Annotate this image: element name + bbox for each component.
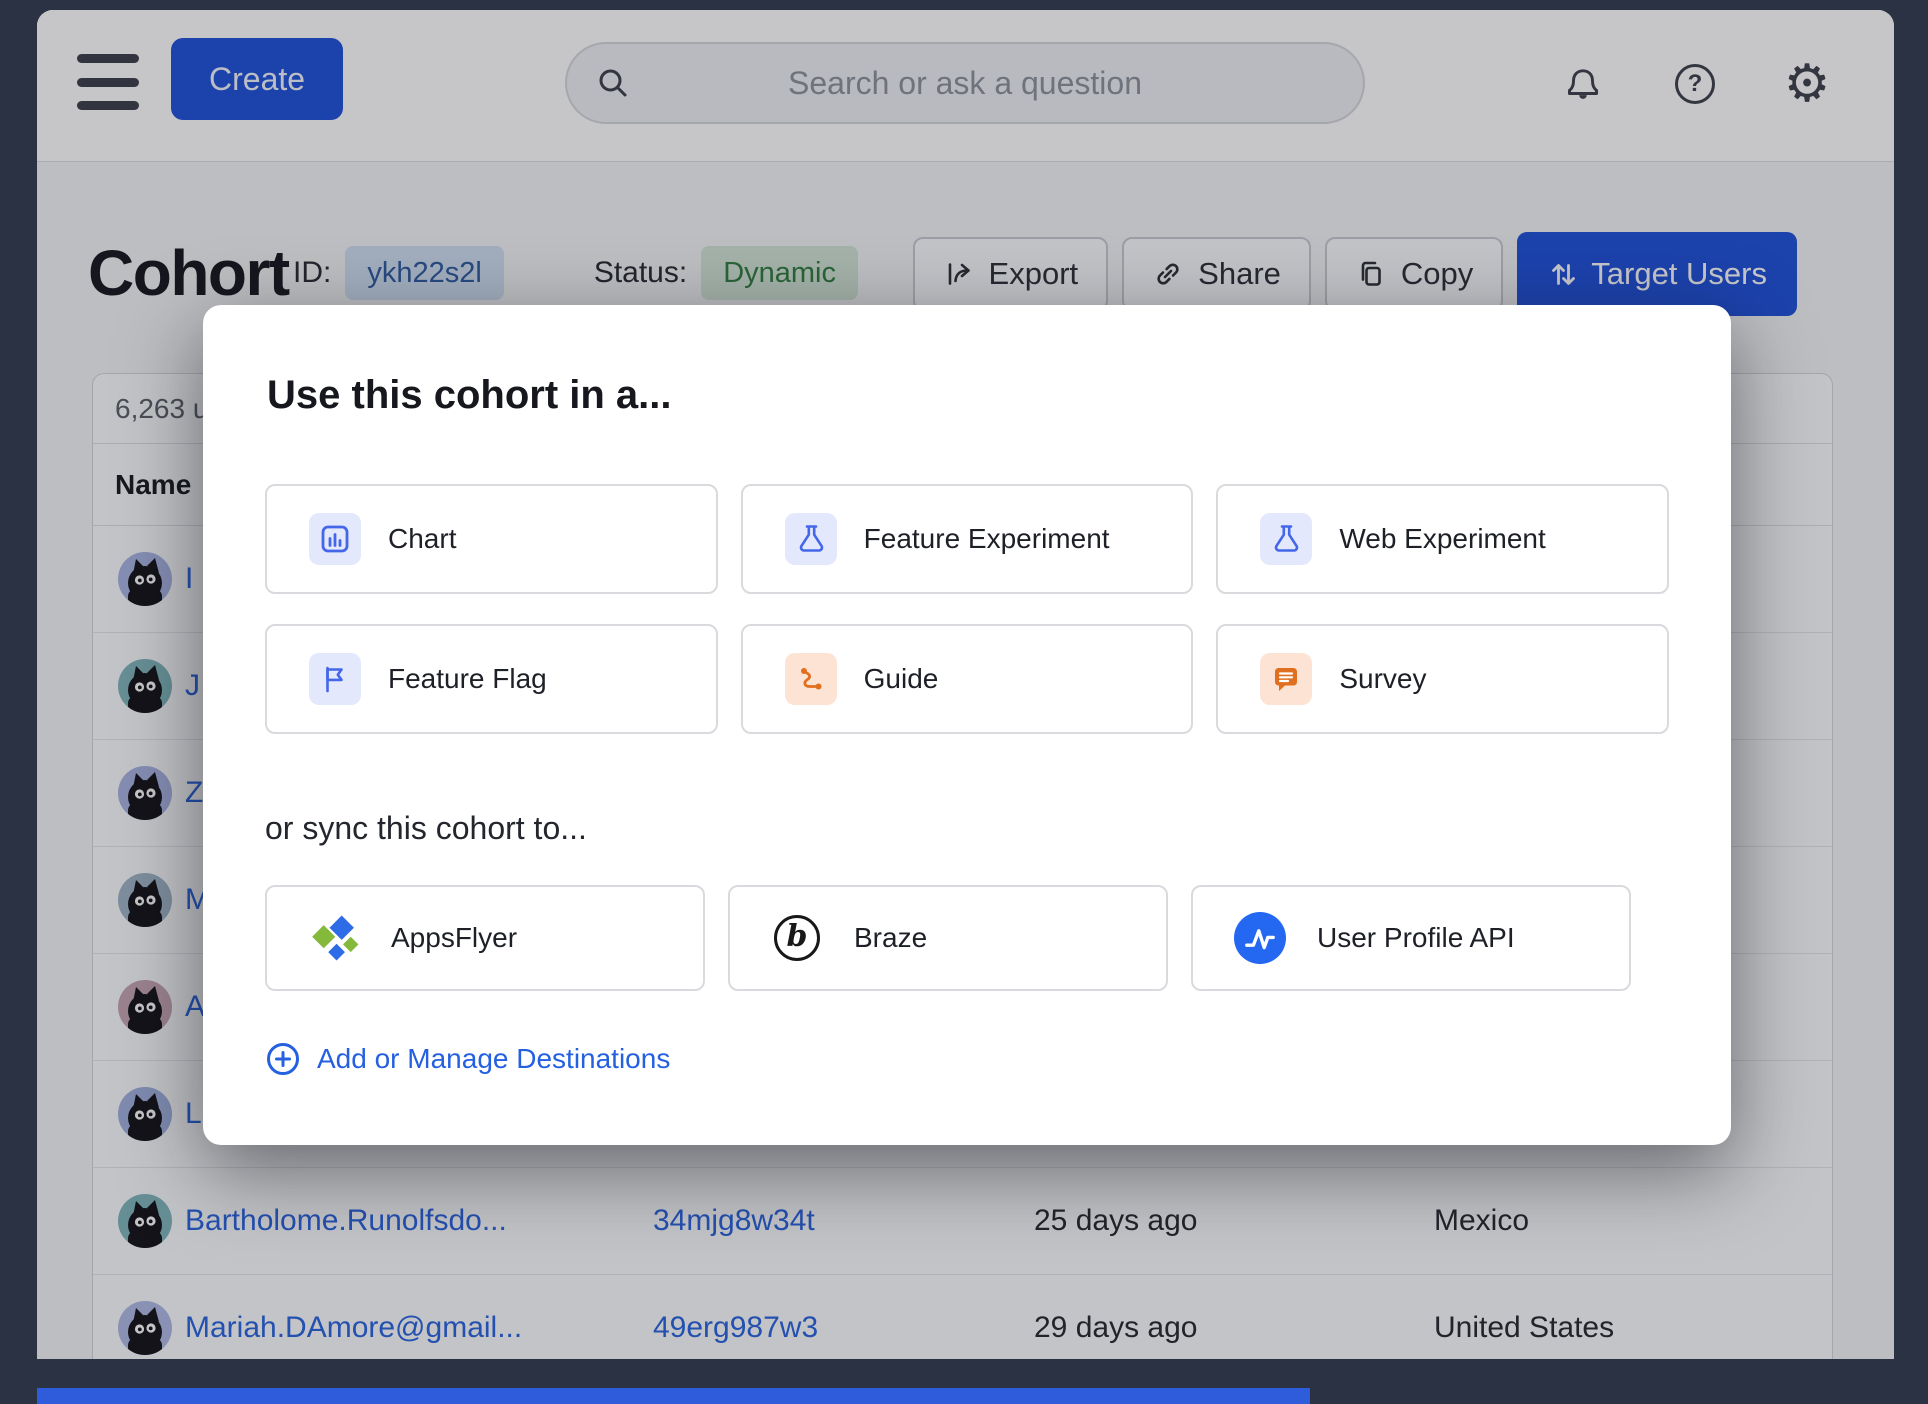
option-card-guide[interactable]: Guide bbox=[741, 624, 1194, 734]
option-card-web-experiment[interactable]: Web Experiment bbox=[1216, 484, 1669, 594]
option-card-survey[interactable]: Survey bbox=[1216, 624, 1669, 734]
sync-label: AppsFlyer bbox=[391, 922, 517, 954]
option-label: Survey bbox=[1339, 663, 1426, 695]
flask-icon bbox=[1260, 513, 1312, 565]
sync-label: User Profile API bbox=[1317, 922, 1515, 954]
screen: { "header": { "create_label": "Create", … bbox=[0, 0, 1928, 1404]
sync-label: Braze bbox=[854, 922, 927, 954]
option-card-feature-experiment[interactable]: Feature Experiment bbox=[741, 484, 1194, 594]
option-label: Chart bbox=[388, 523, 456, 555]
window-accent-strip bbox=[37, 1388, 1310, 1404]
guide-path-icon bbox=[785, 653, 837, 705]
chart-icon bbox=[309, 513, 361, 565]
braze-logo bbox=[770, 911, 824, 965]
appsflyer-logo bbox=[307, 911, 361, 965]
amplitude-logo bbox=[1233, 911, 1287, 965]
flask-icon bbox=[785, 513, 837, 565]
modal-title: Use this cohort in a... bbox=[267, 373, 1669, 418]
survey-bubble-icon bbox=[1260, 653, 1312, 705]
add-manage-destinations-link[interactable]: Add or Manage Destinations bbox=[265, 1041, 670, 1077]
circle-plus-icon bbox=[265, 1041, 301, 1077]
option-card-feature-flag[interactable]: Feature Flag bbox=[265, 624, 718, 734]
option-card-chart[interactable]: Chart bbox=[265, 484, 718, 594]
use-options-grid: Chart Feature Experiment Web Experiment bbox=[265, 484, 1669, 734]
sync-card-appsflyer[interactable]: AppsFlyer bbox=[265, 885, 705, 991]
sync-destinations-grid: AppsFlyer Braze User Profile API bbox=[265, 885, 1631, 991]
sync-heading: or sync this cohort to... bbox=[265, 810, 1669, 847]
option-label: Web Experiment bbox=[1339, 523, 1545, 555]
sync-card-braze[interactable]: Braze bbox=[728, 885, 1168, 991]
option-label: Feature Experiment bbox=[864, 523, 1110, 555]
option-label: Feature Flag bbox=[388, 663, 547, 695]
sync-card-user-profile-api[interactable]: User Profile API bbox=[1191, 885, 1631, 991]
flag-icon bbox=[309, 653, 361, 705]
use-cohort-modal: Use this cohort in a... Chart Feature Ex… bbox=[203, 305, 1731, 1145]
option-label: Guide bbox=[864, 663, 939, 695]
manage-link-label: Add or Manage Destinations bbox=[317, 1043, 670, 1075]
